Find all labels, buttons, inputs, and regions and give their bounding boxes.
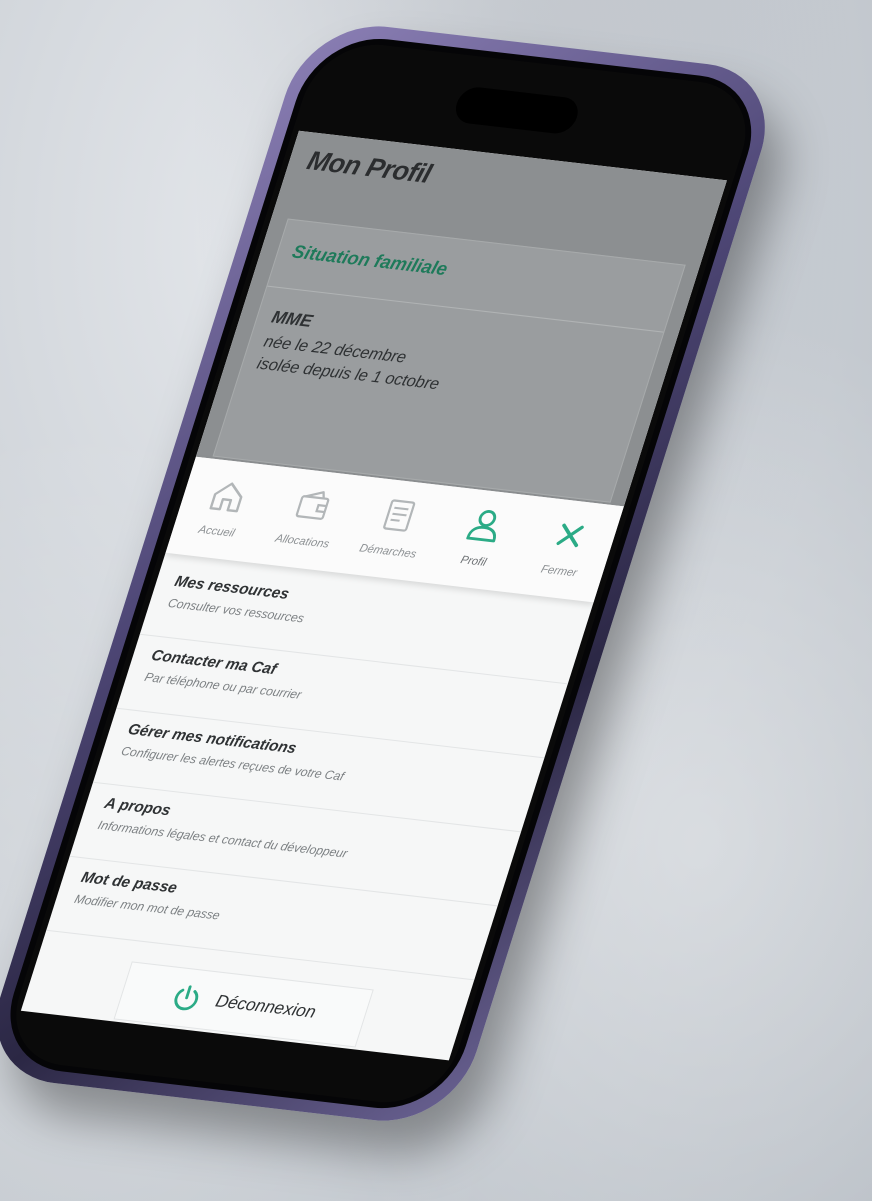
logout-button[interactable]: Déconnexion: [113, 961, 374, 1048]
document-icon: [383, 499, 416, 532]
wallet-icon: [296, 491, 330, 520]
scene: Mon Profil Situation familiale MME née l…: [0, 0, 872, 1201]
page-title: Mon Profil: [303, 144, 436, 189]
phone-mockup: Mon Profil Situation familiale MME née l…: [0, 17, 786, 1130]
user-icon: [465, 509, 496, 543]
dynamic-island: [451, 85, 583, 136]
home-icon: [209, 482, 243, 513]
phone-screen: Mon Profil Situation familiale MME née l…: [0, 38, 763, 1110]
situation-title: Situation familiale: [289, 241, 451, 280]
situation-details: MME née le 22 décembre isolée depuis le …: [253, 307, 457, 398]
nav-label-profil: Profil: [458, 553, 488, 569]
nav-label-accueil: Accueil: [196, 523, 237, 540]
nav-label-allocations: Allocations: [273, 532, 331, 551]
power-icon: [174, 985, 199, 1011]
nav-label-fermer: Fermer: [539, 563, 579, 580]
logout-label: Déconnexion: [213, 991, 319, 1022]
situation-card: Situation familiale MME née le 22 décemb…: [212, 218, 686, 503]
nav-label-demarches: Démarches: [357, 542, 418, 561]
close-icon: [556, 523, 584, 548]
dimmed-overlay[interactable]: Mon Profil Situation familiale MME née l…: [195, 130, 727, 507]
